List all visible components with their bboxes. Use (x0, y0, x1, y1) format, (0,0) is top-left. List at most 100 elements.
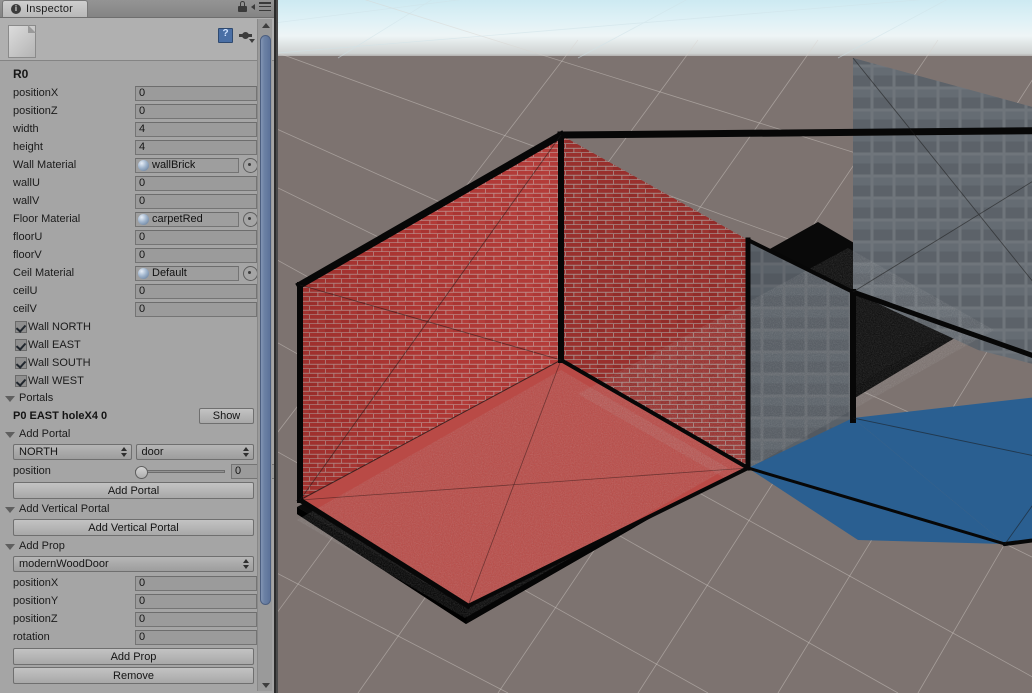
toggle-wall-north[interactable]: Wall NORTH (0, 318, 274, 336)
foldout-add-portal[interactable]: Add Portal (0, 426, 274, 442)
inspector-header (0, 18, 274, 61)
foldout-add-prop[interactable]: Add Prop (0, 538, 274, 554)
prop-select-value: modernWoodDoor (19, 558, 109, 570)
foldout-label: Add Portal (19, 428, 71, 440)
portal-direction-dropdown[interactable]: NORTH (13, 444, 132, 460)
field-row-wallu: wallU 0 (0, 174, 274, 192)
ceilu-input[interactable]: 0 (135, 283, 257, 299)
caret-down-icon[interactable] (5, 506, 15, 513)
wall-material-object-field[interactable]: wallBrick (135, 157, 239, 173)
flooru-input[interactable]: 0 (135, 229, 257, 245)
field-row-ceilu: ceilU 0 (0, 282, 274, 300)
checkbox-icon[interactable] (15, 321, 27, 333)
field-row-ceilv: ceilV 0 (0, 300, 274, 318)
field-row-ceil-material: Ceil Material Default (0, 264, 274, 282)
ceilv-input[interactable]: 0 (135, 301, 257, 317)
checkbox-icon[interactable] (15, 357, 27, 369)
field-label: ceilV (13, 303, 37, 315)
ceil-material-picker-icon[interactable] (243, 265, 258, 281)
help-book-icon[interactable] (218, 28, 233, 43)
room-model[interactable] (278, 0, 1032, 693)
field-label: width (13, 123, 39, 135)
portal-entry-label: P0 EAST holeX4 0 (13, 410, 108, 422)
show-portal-button[interactable]: Show (199, 408, 254, 424)
add-vertical-portal-button[interactable]: Add Vertical Portal (13, 519, 254, 536)
portal-type-value: door (141, 446, 164, 458)
add-portal-button[interactable]: Add Portal (13, 482, 254, 499)
tab-strip: i Inspector (0, 0, 274, 18)
scroll-up-arrow-icon[interactable] (258, 19, 273, 31)
checkbox-icon[interactable] (15, 375, 27, 387)
field-label: height (13, 141, 43, 153)
foldout-label: Portals (19, 392, 54, 404)
scene-3d-viewport[interactable] (278, 0, 1032, 693)
wall-material-picker-icon[interactable] (243, 157, 258, 173)
position-label: position (13, 465, 51, 477)
prop-positionz-input[interactable]: 0 (135, 611, 257, 627)
ceil-material-object-field[interactable]: Default (135, 265, 239, 281)
wallv-input[interactable]: 0 (135, 193, 257, 209)
prop-select-dropdown[interactable]: modernWoodDoor (13, 556, 254, 572)
tab-inspector[interactable]: i Inspector (2, 0, 89, 17)
inspector-scrollbar[interactable] (257, 19, 272, 691)
field-row-floorv: floorV 0 (0, 246, 274, 264)
prop-rotation-input[interactable]: 0 (135, 629, 257, 645)
gear-icon[interactable] (239, 29, 255, 43)
field-row-positionx: positionX 0 (0, 84, 274, 102)
inspector-header-icons (218, 28, 255, 43)
slider-handle[interactable] (135, 465, 148, 479)
foldout-portals[interactable]: Portals (0, 390, 274, 406)
toggle-wall-east[interactable]: Wall EAST (0, 336, 274, 354)
ceil-material-value: Default (152, 267, 187, 279)
prop-field-row-positiony: positionY 0 (0, 592, 274, 610)
scrollbar-thumb[interactable] (260, 35, 271, 605)
material-sphere-icon (138, 213, 149, 225)
inspector-body: R0 positionX 0 positionZ 0 width 4 heigh… (0, 61, 274, 693)
floor-material-value: carpetRed (152, 213, 203, 225)
caret-down-icon[interactable] (5, 395, 15, 402)
prop-positiony-input[interactable]: 0 (135, 593, 257, 609)
foldout-label: Add Prop (19, 540, 65, 552)
toggle-label: Wall EAST (28, 339, 81, 351)
positionx-input[interactable]: 0 (135, 85, 257, 101)
field-label: Floor Material (13, 213, 81, 225)
scroll-down-arrow-icon[interactable] (258, 679, 273, 691)
checkbox-icon[interactable] (15, 339, 27, 351)
width-input[interactable]: 4 (135, 121, 257, 137)
portal-position-row: position 0 (0, 462, 274, 480)
material-sphere-icon (138, 267, 149, 279)
field-label: rotation (13, 631, 50, 643)
foldout-add-vertical-portal[interactable]: Add Vertical Portal (0, 501, 274, 517)
field-row-positionz: positionZ 0 (0, 102, 274, 120)
floor-material-object-field[interactable]: carpetRed (135, 211, 239, 227)
script-asset-icon (8, 25, 36, 58)
toggle-label: Wall WEST (28, 375, 84, 387)
height-input[interactable]: 4 (135, 139, 257, 155)
toggle-wall-south[interactable]: Wall SOUTH (0, 354, 274, 372)
field-label: ceilU (13, 285, 38, 297)
prop-field-row-positionx: positionX 0 (0, 574, 274, 592)
toggle-wall-west[interactable]: Wall WEST (0, 372, 274, 390)
caret-down-icon[interactable] (5, 431, 15, 438)
chevron-left-icon (251, 3, 255, 10)
prop-positionx-input[interactable]: 0 (135, 575, 257, 591)
portal-type-dropdown[interactable]: door (135, 444, 254, 460)
positionz-input[interactable]: 0 (135, 103, 257, 119)
wallu-input[interactable]: 0 (135, 175, 257, 191)
hamburger-menu-icon[interactable] (259, 2, 271, 11)
lock-icon[interactable] (238, 1, 247, 12)
field-label: positionZ (13, 105, 58, 117)
remove-button[interactable]: Remove (13, 667, 254, 684)
add-prop-button[interactable]: Add Prop (13, 648, 254, 665)
field-label: Wall Material (13, 159, 77, 171)
field-label: floorU (13, 231, 43, 243)
info-icon: i (11, 4, 21, 14)
caret-down-icon[interactable] (5, 543, 15, 550)
floor-material-picker-icon[interactable] (243, 211, 258, 227)
field-label: Ceil Material (13, 267, 75, 279)
portal-direction-value: NORTH (19, 446, 58, 458)
portal-position-slider[interactable] (135, 464, 225, 479)
floorv-input[interactable]: 0 (135, 247, 257, 263)
object-title: R0 (13, 67, 29, 81)
field-label: floorV (13, 249, 42, 261)
